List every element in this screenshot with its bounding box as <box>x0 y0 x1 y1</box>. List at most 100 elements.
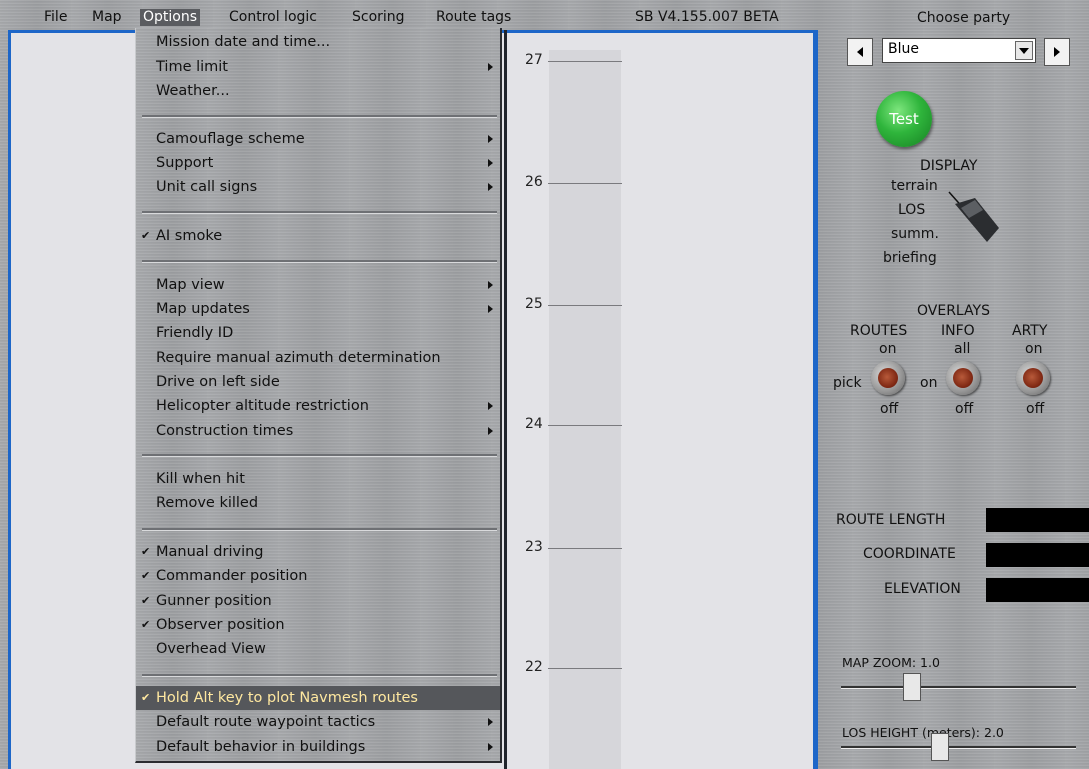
dropdown-arrow-icon[interactable] <box>1015 41 1033 60</box>
menu-item-label: Construction times <box>156 423 294 439</box>
checkmark-icon: ✔ <box>141 691 151 704</box>
menu-item[interactable]: Camouflage scheme <box>136 127 500 151</box>
map-tick-line <box>548 425 622 426</box>
arrow-left-icon <box>857 47 863 57</box>
elevation-label: ELEVATION <box>884 581 961 597</box>
display-selector-knob[interactable] <box>943 186 1003 246</box>
menu-item[interactable]: Map view <box>136 273 500 297</box>
menu-item-label: Helicopter altitude restriction <box>156 398 369 414</box>
menu-item[interactable]: Friendly ID <box>136 321 500 345</box>
menu-item-label: Camouflage scheme <box>156 131 305 147</box>
menu-item[interactable]: Require manual azimuth determination <box>136 346 500 370</box>
submenu-arrow-icon <box>488 427 493 435</box>
menu-item-label: Hold Alt key to plot Navmesh routes <box>156 690 418 706</box>
overlay-routes-on: on <box>879 341 897 357</box>
los-height-slider-track[interactable] <box>841 746 1076 749</box>
menu-file[interactable]: File <box>44 9 67 25</box>
menu-item[interactable]: Kill when hit <box>136 467 500 491</box>
menu-item[interactable]: Mission date and time... <box>136 30 500 54</box>
menu-item-label: Mission date and time... <box>156 34 331 50</box>
los-height-label: LOS HEIGHT (meters): 2.0 <box>842 725 1004 740</box>
checkmark-icon: ✔ <box>141 569 151 582</box>
overlay-info-label: INFO <box>941 323 975 339</box>
display-option-los[interactable]: LOS <box>898 202 925 218</box>
menu-item[interactable]: Support <box>136 151 500 175</box>
menu-separator <box>142 115 497 118</box>
menu-item[interactable]: Construction times <box>136 419 500 443</box>
control-panel: Choose party Blue Test DISPLAY terrain L… <box>819 10 1089 769</box>
menu-item[interactable]: ✔ Hold Alt key to plot Navmesh routes <box>136 686 500 710</box>
menu-item-label: Default route waypoint tactics <box>156 714 376 730</box>
map-tick-label: 26 <box>525 174 543 190</box>
menu-item[interactable]: ✔ Observer position <box>136 613 500 637</box>
submenu-arrow-icon <box>488 305 493 313</box>
menu-item-label: Default behavior in buildings <box>156 739 366 755</box>
menu-item-label: Observer position <box>156 617 285 633</box>
menu-item[interactable]: Map updates <box>136 297 500 321</box>
menu-item-label: Time limit <box>156 59 228 75</box>
menu-item[interactable]: Overhead View <box>136 637 500 661</box>
menu-map[interactable]: Map <box>92 9 122 25</box>
route-length-display <box>986 508 1089 532</box>
menu-options[interactable]: Options <box>140 9 201 26</box>
routes-overlay-knob[interactable] <box>871 361 905 395</box>
menu-item-label: Unit call signs <box>156 179 258 195</box>
map-tick-label: 24 <box>525 416 543 432</box>
checkmark-icon: ✔ <box>141 229 151 242</box>
menu-item[interactable]: Remove killed <box>136 491 500 515</box>
map-zoom-label: MAP ZOOM: 1.0 <box>842 655 940 670</box>
menu-item-label: Weather... <box>156 83 230 99</box>
coordinate-label: COORDINATE <box>863 546 956 562</box>
overlay-info-all: all <box>954 341 971 357</box>
menu-scoring[interactable]: Scoring <box>352 9 405 25</box>
menu-item[interactable]: Weather... <box>136 79 500 103</box>
menu-control-logic[interactable]: Control logic <box>229 9 317 25</box>
submenu-arrow-icon <box>488 183 493 191</box>
checkmark-icon: ✔ <box>141 594 151 607</box>
prev-party-button[interactable] <box>847 38 873 66</box>
checkmark-icon: ✔ <box>141 545 151 558</box>
arrow-right-icon <box>1054 47 1060 57</box>
menu-separator <box>142 211 497 214</box>
menu-item[interactable]: Helicopter altitude restriction <box>136 394 500 418</box>
menu-separator <box>142 260 497 263</box>
party-select[interactable]: Blue <box>882 38 1036 63</box>
map-tick-line <box>548 548 622 549</box>
menu-separator <box>142 454 497 457</box>
display-option-briefing[interactable]: briefing <box>883 250 937 266</box>
menu-item-label: Map updates <box>156 301 250 317</box>
menu-item[interactable]: Default behavior in buildings <box>136 735 500 759</box>
menu-item[interactable]: ✔ Manual driving <box>136 540 500 564</box>
display-option-summ[interactable]: summ. <box>891 226 939 242</box>
submenu-arrow-icon <box>488 159 493 167</box>
los-height-slider-thumb[interactable] <box>930 733 949 761</box>
menu-item-label: Require manual azimuth determination <box>156 350 441 366</box>
menu-item[interactable]: ✔ Commander position <box>136 564 500 588</box>
menu-item-label: Drive on left side <box>156 374 280 390</box>
menu-separator <box>142 674 497 677</box>
overlay-info-off: off <box>955 401 974 417</box>
arty-overlay-knob[interactable] <box>1016 361 1050 395</box>
info-overlay-knob[interactable] <box>946 361 980 395</box>
display-option-terrain[interactable]: terrain <box>891 178 938 194</box>
test-button[interactable]: Test <box>876 91 932 147</box>
map-zoom-slider-track[interactable] <box>841 686 1076 689</box>
submenu-arrow-icon <box>488 63 493 71</box>
menu-item[interactable]: Drive on left side <box>136 370 500 394</box>
menu-route-tags[interactable]: Route tags <box>436 9 511 25</box>
menu-item[interactable]: Default route waypoint tactics <box>136 710 500 734</box>
menu-separator <box>142 528 497 531</box>
map-zoom-slider-thumb[interactable] <box>902 673 921 701</box>
next-party-button[interactable] <box>1044 38 1070 66</box>
menu-item[interactable]: Time limit <box>136 55 500 79</box>
coordinate-display <box>986 543 1089 567</box>
overlay-info-on: on <box>920 375 938 391</box>
overlay-routes-off: off <box>880 401 899 417</box>
menu-item[interactable]: ✔ AI smoke <box>136 224 500 248</box>
menu-item-label: Gunner position <box>156 593 272 609</box>
menu-item-label: Map view <box>156 277 225 293</box>
menu-item[interactable]: Unit call signs <box>136 175 500 199</box>
overlay-routes-pick: pick <box>833 375 862 391</box>
menu-item[interactable]: ✔ Gunner position <box>136 589 500 613</box>
submenu-arrow-icon <box>488 281 493 289</box>
